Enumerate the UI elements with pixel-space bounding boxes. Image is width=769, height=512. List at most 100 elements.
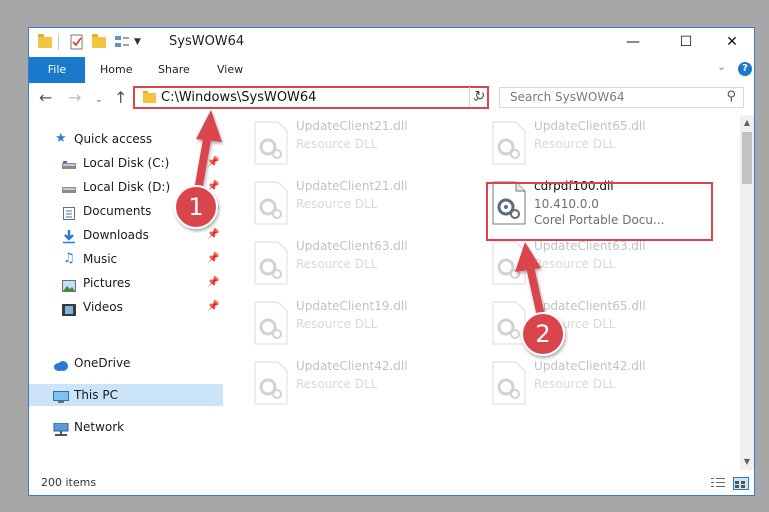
nav-pictures[interactable]: Pictures 📌 [29, 272, 223, 294]
recent-locations-icon[interactable]: ⌄ [95, 91, 103, 109]
pin-icon[interactable]: 📌 [207, 296, 219, 318]
file-item[interactable]: UpdateClient42.dll Resource DLL [487, 357, 717, 413]
new-folder-icon[interactable] [92, 34, 108, 50]
file-item[interactable]: UpdateClient21.dll Resource DLL [249, 177, 479, 233]
pin-icon[interactable]: 📌 [207, 224, 219, 246]
nav-local-disk-c[interactable]: Local Disk (C:) 📌 [29, 152, 223, 174]
file-name: UpdateClient42.dll [534, 359, 646, 373]
documents-icon [63, 205, 77, 220]
file-highlight-box [486, 182, 713, 241]
item-count: 200 items [41, 476, 97, 489]
properties-icon[interactable] [69, 34, 85, 50]
nav-label: Quick access [74, 132, 153, 146]
scrollbar-thumb[interactable] [742, 132, 752, 184]
dll-file-icon [254, 181, 288, 225]
nav-videos[interactable]: Videos 📌 [29, 296, 223, 318]
drive-icon [62, 181, 76, 193]
file-type: Resource DLL [296, 137, 378, 151]
file-item[interactable]: UpdateClient65.dll Resource DLL [487, 297, 717, 353]
pin-icon[interactable]: 📌 [207, 272, 219, 294]
file-item[interactable]: UpdateClient63.dll Resource DLL [249, 237, 479, 293]
nav-network[interactable]: Network [29, 416, 223, 438]
download-icon [62, 229, 76, 244]
nav-downloads[interactable]: Downloads 📌 [29, 224, 223, 246]
dll-file-icon [254, 121, 288, 165]
minimize-button[interactable]: — [610, 28, 656, 57]
file-name: UpdateClient65.dll [534, 119, 646, 133]
search-icon[interactable]: ⚲ [726, 89, 736, 104]
dll-file-icon [492, 121, 526, 165]
pin-icon[interactable]: 📌 [207, 200, 219, 222]
help-icon[interactable]: ? [738, 62, 752, 76]
back-arrow-icon[interactable]: ← [39, 89, 52, 107]
nav-quick-access[interactable]: ★ Quick access [29, 128, 223, 150]
address-bar[interactable]: C:\Windows\SysWOW64 ⌄ [133, 86, 489, 109]
nav-label: Local Disk (D:) [83, 180, 171, 194]
file-type: Resource DLL [296, 257, 378, 271]
nav-this-pc[interactable]: This PC [29, 384, 223, 406]
title-bar: ▼ SysWOW64 — ☐ ✕ [29, 28, 754, 57]
window-title: SysWOW64 [169, 34, 245, 49]
file-item[interactable]: UpdateClient42.dll Resource DLL [249, 357, 479, 413]
cloud-icon [53, 357, 68, 371]
pin-icon[interactable]: 📌 [207, 248, 219, 270]
file-type: Resource DLL [534, 257, 616, 271]
maximize-button[interactable]: ☐ [663, 28, 709, 57]
music-icon: ♫ [63, 251, 75, 266]
pin-icon[interactable]: 📌 [207, 152, 219, 174]
computer-icon [53, 389, 69, 403]
tab-view[interactable]: View [217, 57, 243, 83]
explorer-window: ▼ SysWOW64 — ☐ ✕ File Home Share View ⌄ … [28, 27, 755, 496]
file-item[interactable]: UpdateClient65.dll Resource DLL [487, 117, 717, 173]
scroll-up-arrow-icon[interactable]: ▲ [740, 118, 754, 127]
file-item[interactable]: UpdateClient63.dll Resource DLL [487, 237, 717, 293]
tab-share[interactable]: Share [158, 57, 190, 83]
ribbon-tabs: File Home Share View ⌄ ? [29, 57, 754, 84]
details-view-icon[interactable] [711, 477, 725, 488]
file-name: UpdateClient42.dll [296, 359, 408, 373]
drive-icon [62, 157, 76, 169]
nav-label: This PC [74, 388, 118, 402]
status-bar: 200 items [29, 470, 754, 495]
customize-quick-access-icon[interactable]: ▼ [134, 37, 150, 53]
dll-file-icon [492, 241, 526, 285]
file-item[interactable]: UpdateClient21.dll Resource DLL [249, 117, 479, 173]
nav-local-disk-d[interactable]: Local Disk (D:) 📌 [29, 176, 223, 198]
file-type: Resource DLL [296, 377, 378, 391]
file-type: Resource DLL [296, 197, 378, 211]
file-type: Resource DLL [296, 317, 378, 331]
pin-icon[interactable]: 📌 [207, 176, 219, 198]
tab-home[interactable]: Home [100, 57, 132, 83]
nav-onedrive[interactable]: OneDrive [29, 352, 223, 374]
navigation-pane: ★ Quick access Local Disk (C:) 📌 Local D… [29, 115, 223, 470]
file-name: UpdateClient19.dll [296, 299, 408, 313]
file-type: Resource DLL [534, 137, 616, 151]
refresh-icon[interactable]: ↻ [469, 87, 490, 106]
nav-label: Network [74, 420, 125, 434]
dll-file-icon [254, 361, 288, 405]
search-input[interactable]: Search SysWOW64 ⚲ [499, 87, 744, 108]
tiles-view-icon[interactable] [733, 477, 749, 490]
vertical-scrollbar[interactable]: ▲ ▼ [740, 115, 754, 470]
file-name: UpdateClient21.dll [296, 179, 408, 193]
nav-label: Downloads [83, 228, 149, 242]
file-item[interactable]: UpdateClient19.dll Resource DLL [249, 297, 479, 353]
dll-file-icon [492, 361, 526, 405]
scroll-down-arrow-icon[interactable]: ▼ [740, 457, 754, 466]
title-separator [58, 35, 59, 50]
file-name: UpdateClient21.dll [296, 119, 408, 133]
nav-label: Music [83, 252, 118, 266]
file-name: UpdateClient65.dll [534, 299, 646, 313]
address-path[interactable]: C:\Windows\SysWOW64 [161, 90, 316, 105]
up-arrow-icon[interactable]: ↑ [114, 89, 127, 107]
tab-file[interactable]: File [29, 57, 85, 83]
view-toggle-icon[interactable] [114, 34, 130, 50]
close-button[interactable]: ✕ [709, 28, 754, 57]
dll-file-icon [254, 241, 288, 285]
nav-label: OneDrive [74, 356, 131, 370]
nav-music[interactable]: ♫ Music 📌 [29, 248, 223, 270]
forward-arrow-icon[interactable]: → [68, 89, 81, 107]
folder-icon [38, 34, 54, 50]
expand-ribbon-icon[interactable]: ⌄ [717, 60, 726, 73]
nav-documents[interactable]: Documents 📌 [29, 200, 223, 222]
